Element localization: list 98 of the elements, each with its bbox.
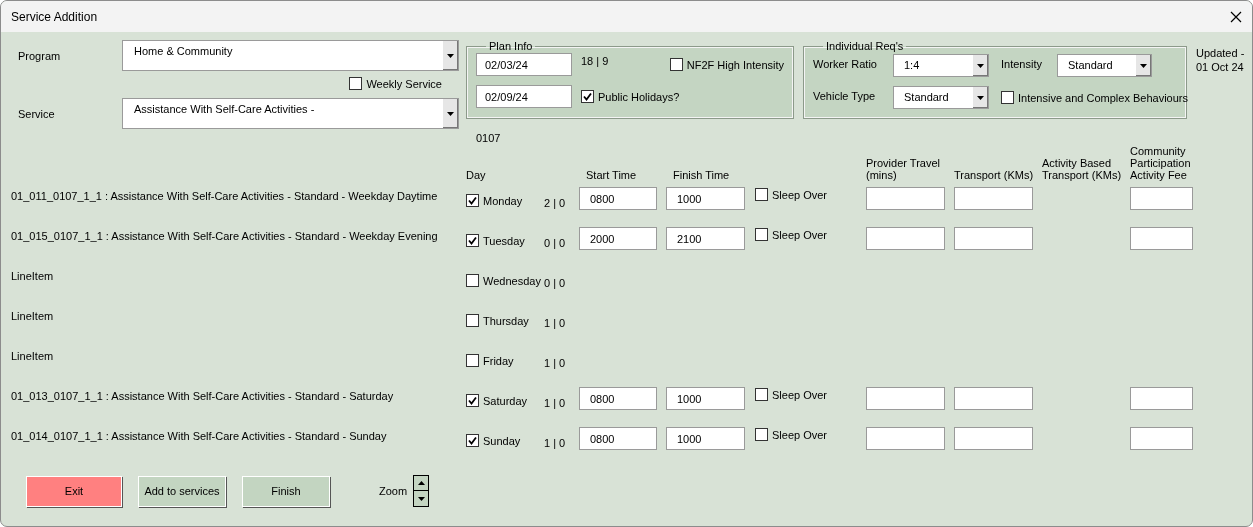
caret-icon [447,53,454,58]
start-time-field[interactable]: 0800 [579,387,657,410]
intensive-behaviours-checkbox[interactable]: Intensive and Complex Behaviours [1001,91,1188,104]
finish-time-field[interactable]: 1000 [666,387,745,410]
day-checkbox[interactable]: Tuesday [466,234,525,247]
transport-field[interactable] [954,227,1033,250]
transport-field[interactable] [954,427,1033,450]
provider-travel-field[interactable] [866,227,945,250]
down-arrow-icon [417,496,425,501]
finish-time-field[interactable]: 1000 [666,187,745,210]
line-item-text: 01_013_0107_1_1 : Assistance With Self-Care Activities - Standard - Saturday [10,389,395,404]
line-item-text: LineItem [10,309,55,324]
day-checkbox[interactable]: Monday [466,194,523,207]
action-button[interactable]: Exit [26,475,122,507]
finish-time-field[interactable]: 1000 [666,427,745,450]
count-text: 1 | 0 [544,356,567,371]
dropdown-button[interactable] [972,87,988,108]
day-checkbox[interactable]: Friday [466,354,514,367]
count-text: 2 | 0 [544,196,567,211]
provider-travel-field[interactable] [866,427,945,450]
transport-field[interactable] [954,387,1033,410]
activity-fee-field[interactable] [1130,187,1193,210]
sleep-over-checkbox[interactable]: Sleep Over [755,388,828,401]
day-checkbox[interactable]: Sunday [466,434,521,447]
weekly-service-checkbox[interactable]: Weekly Service [349,77,442,90]
line-item-text: LineItem [10,349,55,364]
field-label: Worker Ratio [813,57,878,70]
count-text: 1 | 0 [544,316,567,331]
checkmark-icon [583,92,592,101]
count-text: 0 | 0 [544,236,567,251]
close-icon [1230,10,1242,23]
provider-travel-field[interactable] [866,387,945,410]
end-date-field[interactable]: 02/09/24 [476,85,572,108]
sleep-over-checkbox[interactable]: Sleep Over [755,428,828,441]
column-header: Start Time [585,169,638,183]
column-header: Activity Based Transport (KMs) [1042,157,1123,183]
column-header: Finish Time [672,169,731,183]
checkmark-icon [468,236,477,245]
worker-ratio-dropdown[interactable]: 1:4 [893,54,989,77]
day-checkbox[interactable]: Wednesday [466,274,541,287]
updated-text: Updated - 01 Oct 24 [1196,46,1245,74]
line-item-text: 01_014_0107_1_1 : Assistance With Self-Care Activities - Standard - Sunday [10,429,388,444]
nf2f-checkbox[interactable]: NF2F High Intensity [669,58,784,71]
count-text: 0 | 0 [544,276,567,291]
zoom-spinner[interactable] [413,475,430,507]
count-text: 1 | 0 [544,396,567,411]
transport-field[interactable] [954,187,1033,210]
dropdown-button[interactable] [972,55,988,76]
activity-fee-field[interactable] [1130,427,1193,450]
window-title: Service Addition [11,9,98,24]
column-header: Transport (KMs) [954,169,1035,183]
line-item-text: LineItem [10,269,55,284]
finish-time-field[interactable]: 2100 [666,227,745,250]
provider-travel-field[interactable] [866,187,945,210]
column-header: Day [466,169,487,183]
intensity-dropdown[interactable]: Standard [1057,54,1152,77]
line-item-text: 01_015_0107_1_1 : Assistance With Self-Care Activities - Standard - Weekday Evening [10,229,439,244]
caret-icon [1140,63,1147,68]
close-button[interactable] [1230,10,1242,23]
sleep-over-checkbox[interactable]: Sleep Over [755,188,828,201]
start-time-field[interactable]: 0800 [579,427,657,450]
caret-icon [447,111,454,116]
action-button[interactable]: Finish [242,475,330,507]
count-text: 18 | 9 [580,54,610,67]
program-dropdown[interactable]: Home & Community [122,40,459,71]
checkmark-icon [468,396,477,405]
activity-fee-field[interactable] [1130,227,1193,250]
field-label: Service [17,107,56,122]
field-label: Program [17,49,62,64]
up-arrow-icon [417,481,425,485]
activity-fee-field[interactable] [1130,387,1193,410]
panel-title: Plan Info [488,40,534,52]
caret-icon [977,95,984,100]
start-time-field[interactable]: 2000 [579,227,657,250]
field-label: Vehicle Type [813,89,877,102]
dropdown-button[interactable] [1135,55,1151,76]
start-date-field[interactable]: 02/03/24 [476,53,572,76]
day-checkbox[interactable]: Thursday [466,314,529,327]
checkmark-icon [468,196,477,205]
caret-icon [977,63,984,68]
action-button[interactable]: Add to services [138,475,226,507]
dropdown-button[interactable] [442,99,458,128]
day-checkbox[interactable]: Saturday [466,394,528,407]
zoom-label: Zoom [379,485,408,497]
panel-title: Individual Req's [825,40,905,52]
column-header: Community Participation Activity Fee [1130,145,1192,183]
count-text: 1 | 0 [544,436,567,451]
dropdown-button[interactable] [442,41,458,70]
checkmark-icon [468,436,477,445]
public-holidays-checkbox[interactable]: Public Holidays? [581,90,680,103]
service-dropdown[interactable]: Assistance With Self-Care Activities - [122,98,459,129]
sleep-over-checkbox[interactable]: Sleep Over [755,228,828,241]
code-text: 0107 [476,132,502,144]
field-label: Intensity [1001,57,1043,70]
vehicle-type-dropdown[interactable]: Standard [893,86,989,109]
line-item-text: 01_011_0107_1_1 : Assistance With Self-Care Activities - Standard - Weekday Daytime [10,189,439,204]
column-header: Provider Travel (mins) [866,157,941,183]
start-time-field[interactable]: 0800 [579,187,657,210]
